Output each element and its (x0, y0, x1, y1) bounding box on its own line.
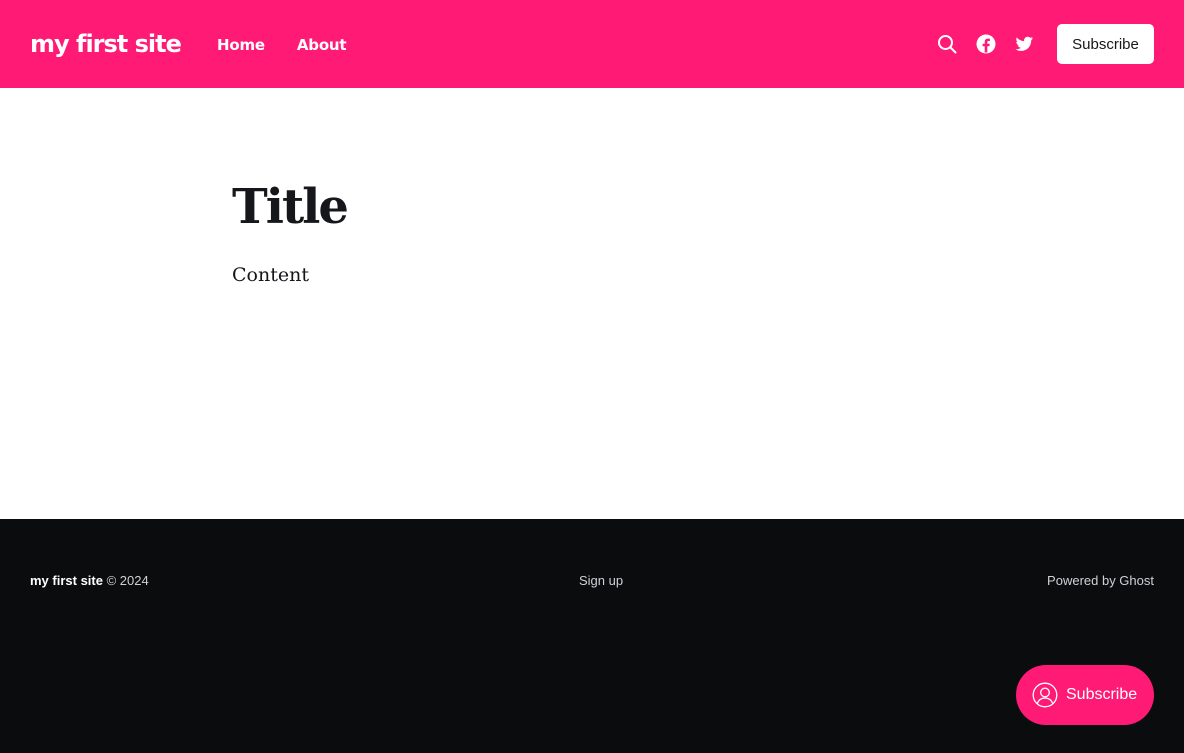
footer-copyright: my first site © 2024 (30, 572, 149, 590)
nav-item-about[interactable]: About (297, 35, 347, 55)
facebook-icon[interactable] (975, 33, 997, 55)
footer-powered-by-link[interactable]: Powered by Ghost (1047, 572, 1154, 590)
search-icon[interactable] (936, 33, 958, 55)
page-body: Content (232, 264, 309, 286)
main-nav: Home About (217, 35, 347, 55)
portal-subscribe-label: Subscribe (1066, 686, 1138, 703)
footer-site-link[interactable]: my first site (30, 573, 103, 588)
footer-signup-link[interactable]: Sign up (579, 572, 623, 590)
site-logo[interactable]: my first site (30, 28, 182, 60)
portal-subscribe-button[interactable]: Subscribe (1016, 665, 1154, 725)
site-footer: my first site © 2024 Sign up Powered by … (0, 519, 1184, 753)
footer-copyright-year: © 2024 (106, 573, 149, 588)
nav-item-home[interactable]: Home (217, 35, 265, 55)
page-title: Title (232, 179, 349, 235)
header-subscribe-button[interactable]: Subscribe (1057, 24, 1154, 64)
twitter-icon[interactable] (1013, 33, 1035, 55)
site-header: my first site Home About Subscribe (0, 0, 1184, 88)
user-circle-icon (1032, 682, 1058, 708)
